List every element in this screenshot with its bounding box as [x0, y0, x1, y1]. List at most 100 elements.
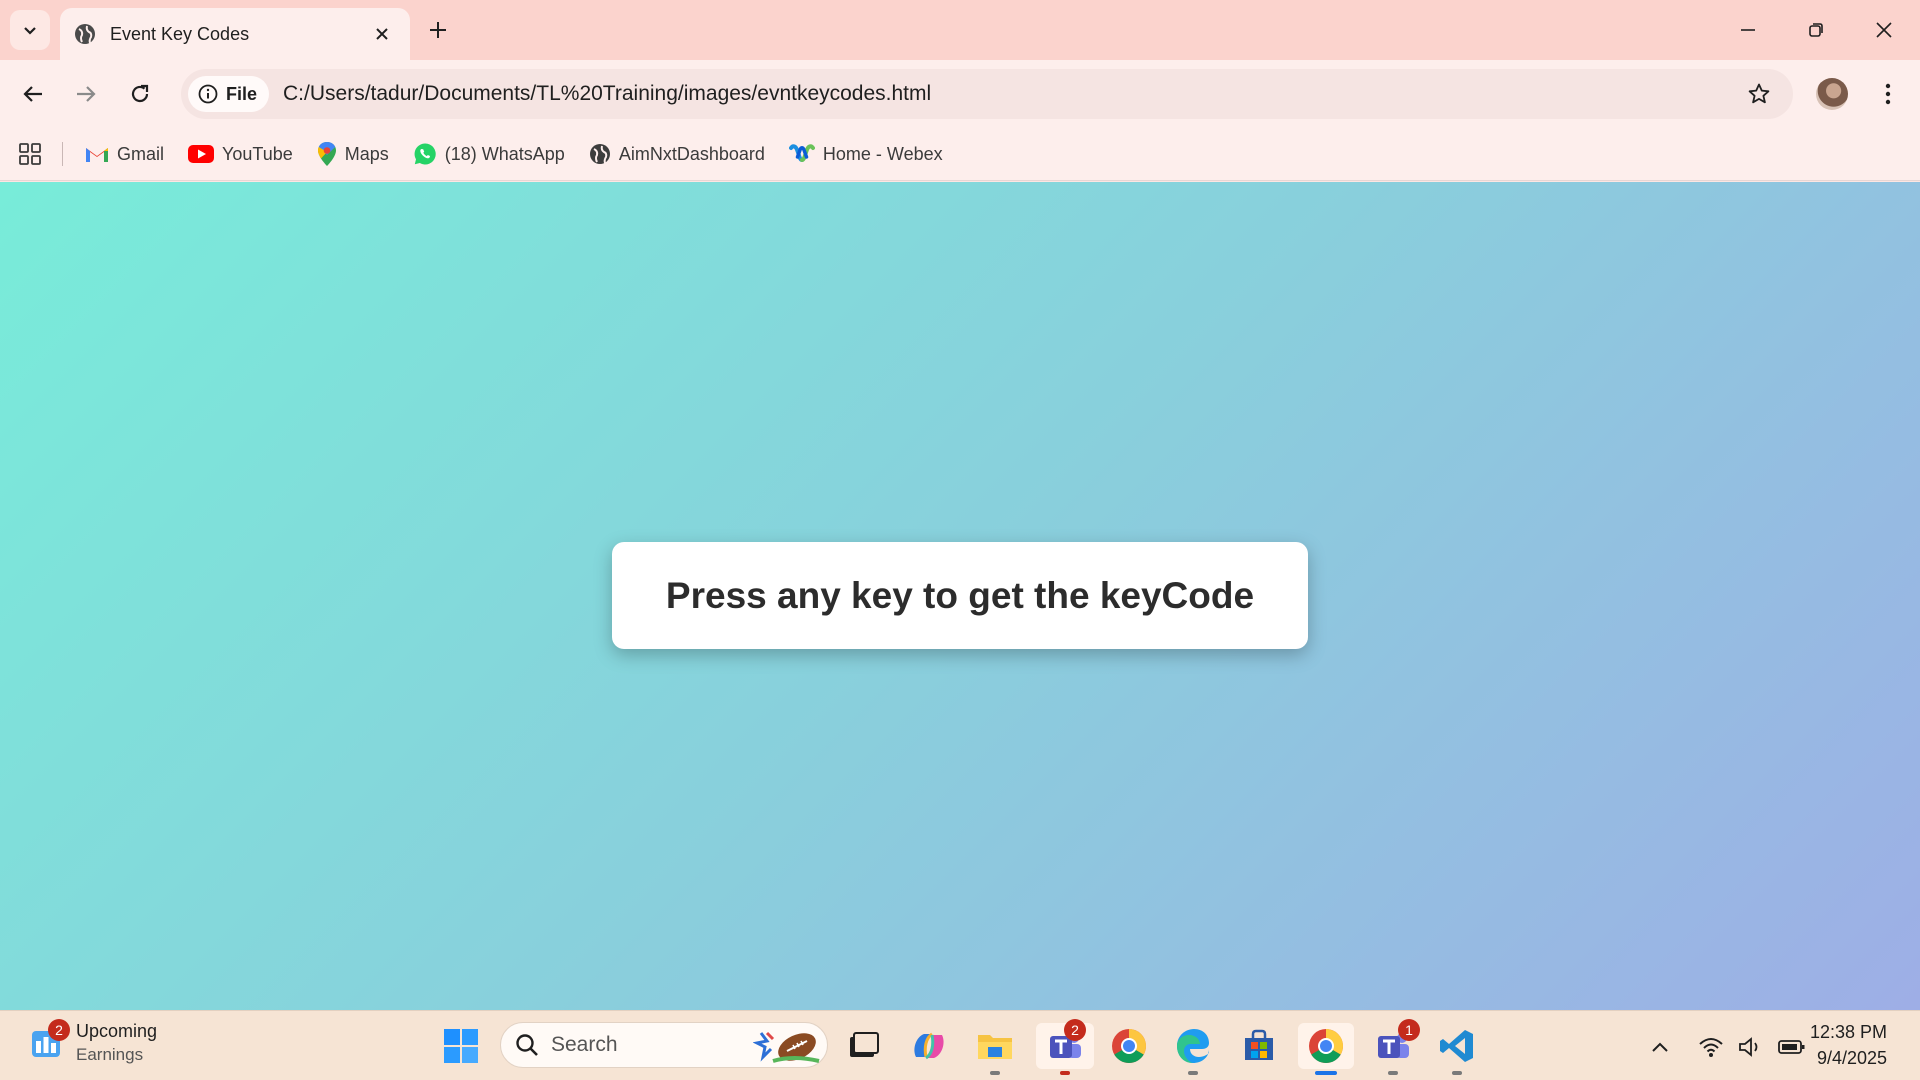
file-explorer-button[interactable] [972, 1023, 1018, 1075]
message-card: Press any key to get the keyCode [612, 542, 1308, 649]
reload-button[interactable] [122, 76, 158, 112]
new-tab-button[interactable] [422, 14, 454, 46]
site-chip-label: File [226, 83, 258, 104]
widget-badge: 2 [48, 1019, 70, 1041]
restore-icon [1809, 23, 1823, 37]
bookmark-label: YouTube [222, 143, 293, 164]
apps-grid-icon [19, 143, 41, 165]
arrow-right-icon [77, 86, 96, 102]
bookmark-label: Maps [344, 143, 389, 164]
task-view-button[interactable] [840, 1023, 886, 1069]
running-indicator [1188, 1071, 1198, 1075]
microsoft-store-button[interactable] [1236, 1023, 1282, 1069]
chevron-up-icon [1652, 1042, 1668, 1052]
back-button[interactable] [15, 76, 51, 112]
url-text[interactable]: C:/Users/tadur/Documents/TL%20Training/i… [283, 82, 1739, 106]
vscode-icon [1440, 1030, 1473, 1062]
running-indicator [990, 1071, 1000, 1075]
search-icon [516, 1034, 538, 1056]
gmail-icon [86, 148, 108, 162]
bookmark-aimnxtdashboard[interactable]: AimNxtDashboard [589, 143, 765, 165]
bookmark-label: Home - Webex [822, 143, 943, 164]
bookmark-label: AimNxtDashboard [618, 143, 765, 164]
running-indicator [1452, 1071, 1462, 1075]
whatsapp-icon [414, 143, 436, 165]
arrow-left-icon [23, 86, 42, 102]
bookmarks-bar: Gmail YouTube Maps (18) WhatsApp AimNxtD… [0, 128, 1920, 181]
plus-icon [430, 22, 446, 38]
info-icon [198, 84, 218, 104]
stocks-widget-icon: 2 [26, 1019, 70, 1063]
copilot-button[interactable] [906, 1023, 952, 1069]
keycode-message: Press any key to get the keyCode [665, 574, 1255, 616]
vscode-button[interactable] [1434, 1023, 1480, 1075]
teams-classic-badge: 1 [1398, 1019, 1420, 1041]
forward-button[interactable] [68, 76, 104, 112]
start-button[interactable] [438, 1023, 484, 1069]
close-icon [1876, 22, 1892, 38]
running-indicator [1315, 1071, 1337, 1075]
teams-classic-button[interactable]: 1 [1370, 1019, 1420, 1075]
running-indicator [1060, 1071, 1070, 1075]
site-info-chip[interactable]: File [188, 76, 270, 112]
widget-subtitle: Earnings [76, 1045, 144, 1064]
minimize-button[interactable] [1726, 12, 1770, 48]
tab-title: Event Key Codes [110, 23, 250, 44]
taskbar-clock[interactable]: 12:38 PM 9/4/2025 [1810, 1019, 1887, 1071]
taskbar-search[interactable]: Search [500, 1022, 828, 1068]
chrome-icon [1112, 1029, 1146, 1063]
minimize-icon [1741, 29, 1755, 31]
address-bar[interactable]: File C:/Users/tadur/Documents/TL%20Train… [181, 69, 1793, 119]
tab-strip: Event Key Codes [0, 0, 1920, 60]
globe-icon [589, 144, 610, 164]
restore-button[interactable] [1794, 12, 1838, 48]
clock-date: 9/4/2025 [1816, 1048, 1888, 1068]
bookmark-maps[interactable]: Maps [317, 141, 389, 167]
teams-badge: 2 [1064, 1019, 1086, 1041]
tab-event-key-codes[interactable]: Event Key Codes [60, 8, 410, 60]
volume-icon [1739, 1037, 1758, 1057]
apps-button[interactable] [14, 138, 46, 170]
chevron-down-icon [24, 27, 36, 35]
wifi-icon [1699, 1038, 1723, 1057]
browser-menu-button[interactable] [1870, 76, 1906, 112]
close-window-button[interactable] [1862, 12, 1906, 48]
profile-avatar[interactable] [1816, 78, 1848, 110]
show-hidden-icons-button[interactable] [1645, 1029, 1675, 1065]
bookmark-label: (18) WhatsApp [444, 143, 565, 164]
chrome-icon [1309, 1029, 1343, 1063]
task-view-icon [850, 1032, 879, 1057]
tab-close-button[interactable] [368, 20, 396, 48]
bookmark-gmail[interactable]: Gmail [85, 144, 164, 165]
search-label: Search [551, 1033, 618, 1056]
chrome-button-active[interactable] [1298, 1023, 1354, 1075]
star-icon [1748, 83, 1770, 104]
tab-search-button[interactable] [10, 10, 50, 50]
edge-icon [1177, 1029, 1209, 1063]
taskbar: 2 Upcoming Earnings Search 2 1 12:38 PM … [0, 1010, 1920, 1080]
more-vertical-icon [1885, 83, 1891, 105]
football-search-highlight-icon [753, 1031, 820, 1063]
webex-icon [788, 144, 815, 162]
globe-icon [75, 24, 95, 44]
bookmark-star-button[interactable] [1739, 74, 1779, 114]
widgets-button[interactable]: 2 Upcoming Earnings [26, 1019, 157, 1067]
edge-button[interactable] [1170, 1023, 1216, 1075]
bookmarks-separator [62, 142, 63, 166]
page-viewport: Press any key to get the keyCode [0, 182, 1920, 1010]
chrome-profile-button[interactable] [1106, 1023, 1152, 1069]
bookmark-whatsapp[interactable]: (18) WhatsApp [413, 142, 565, 166]
copilot-icon [914, 1032, 944, 1060]
folder-icon [978, 1035, 1012, 1059]
system-tray[interactable] [1692, 1029, 1812, 1065]
widget-title: Upcoming [76, 1021, 158, 1041]
bookmark-label: Gmail [117, 143, 165, 164]
battery-icon [1778, 1040, 1805, 1054]
windows-logo-icon [444, 1029, 478, 1063]
teams-button[interactable]: 2 [1036, 1019, 1094, 1075]
bookmark-webex[interactable]: Home - Webex [788, 143, 943, 165]
browser-toolbar: File C:/Users/tadur/Documents/TL%20Train… [0, 60, 1920, 128]
bookmark-youtube[interactable]: YouTube [188, 144, 293, 165]
store-icon [1245, 1029, 1273, 1060]
maps-icon [317, 142, 336, 166]
